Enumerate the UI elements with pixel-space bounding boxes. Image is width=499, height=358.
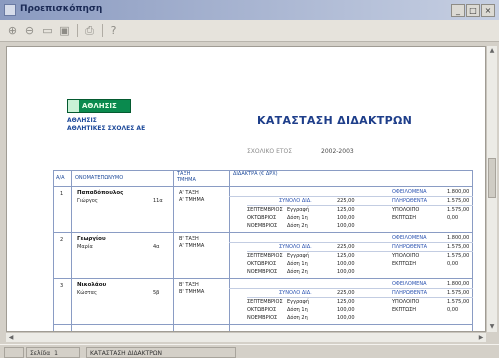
status-page: Σελίδα 1	[26, 347, 80, 358]
report-page[interactable]: ΑΘΛΗΣΙΣ ΑΘΛΗΣΙΣ ΑΘΛΗΤΙΚΕΣ ΣΧΟΛΕΣ ΑΕ ΚΑΤΑ…	[6, 46, 486, 332]
status-bar: Σελίδα 1 ΚΑΤΑΣΤΑΣΗ ΔΙΔΑΚΤΡΩΝ	[0, 344, 499, 358]
page-icon[interactable]: ▭	[40, 23, 55, 38]
status-empty	[4, 347, 24, 358]
window-titlebar[interactable]: Προεπισκόπηση _ □ ×	[0, 0, 499, 20]
scroll-down-icon[interactable]: ▼	[487, 322, 497, 332]
column-header-num: Α/Α	[56, 175, 65, 181]
close-button[interactable]: ×	[481, 4, 495, 17]
toolbar-separator	[77, 24, 78, 37]
toolbar-separator	[102, 24, 103, 37]
company-logo: ΑΘΛΗΣΙΣ	[67, 99, 131, 113]
print-icon[interactable]: ⎙	[82, 23, 97, 38]
scroll-up-icon[interactable]: ▲	[487, 46, 497, 56]
scroll-left-icon[interactable]: ◀	[6, 333, 16, 343]
column-header-fees: ΔΙΔΑΚΤΡΑ (€ ΔΡΧ)	[233, 171, 278, 177]
period-label: ΣΧΟΛΙΚΟ ΕΤΟΣ	[247, 148, 293, 155]
column-header-class: ΤΑΞΗ ΤΜΗΜΑ	[177, 171, 196, 183]
report-title: ΚΑΤΑΣΤΑΣΗ ΔΙΔΑΚΤΡΩΝ	[257, 114, 413, 127]
window-title: Προεπισκόπηση	[20, 4, 103, 14]
company-name: ΑΘΛΗΣΙΣ	[67, 117, 97, 124]
vertical-scrollbar[interactable]: ▲ ▼	[486, 46, 497, 332]
app-icon	[4, 4, 16, 16]
column-header-name: ΟΝΟΜΑΤΕΠΩΝΥΜΟ	[75, 175, 124, 181]
period-value: 2002-2003	[321, 148, 354, 155]
maximize-button[interactable]: □	[466, 4, 480, 17]
zoom-out-icon[interactable]: ⊖	[22, 23, 37, 38]
scroll-right-icon[interactable]: ▶	[476, 333, 486, 343]
horizontal-scrollbar[interactable]: ◀ ▶	[6, 332, 486, 342]
status-report-name: ΚΑΤΑΣΤΑΣΗ ΔΙΔΑΚΤΡΩΝ	[86, 347, 236, 358]
company-subtitle: ΑΘΛΗΤΙΚΕΣ ΣΧΟΛΕΣ ΑΕ	[67, 125, 146, 132]
help-icon[interactable]: ?	[106, 23, 121, 38]
toolbar: ⊕ ⊖ ▭ ▣ ⎙ ?	[0, 20, 499, 42]
minimize-button[interactable]: _	[451, 4, 465, 17]
vertical-scroll-thumb[interactable]	[488, 158, 496, 198]
two-pages-icon[interactable]: ▣	[57, 23, 72, 38]
zoom-in-icon[interactable]: ⊕	[5, 23, 20, 38]
